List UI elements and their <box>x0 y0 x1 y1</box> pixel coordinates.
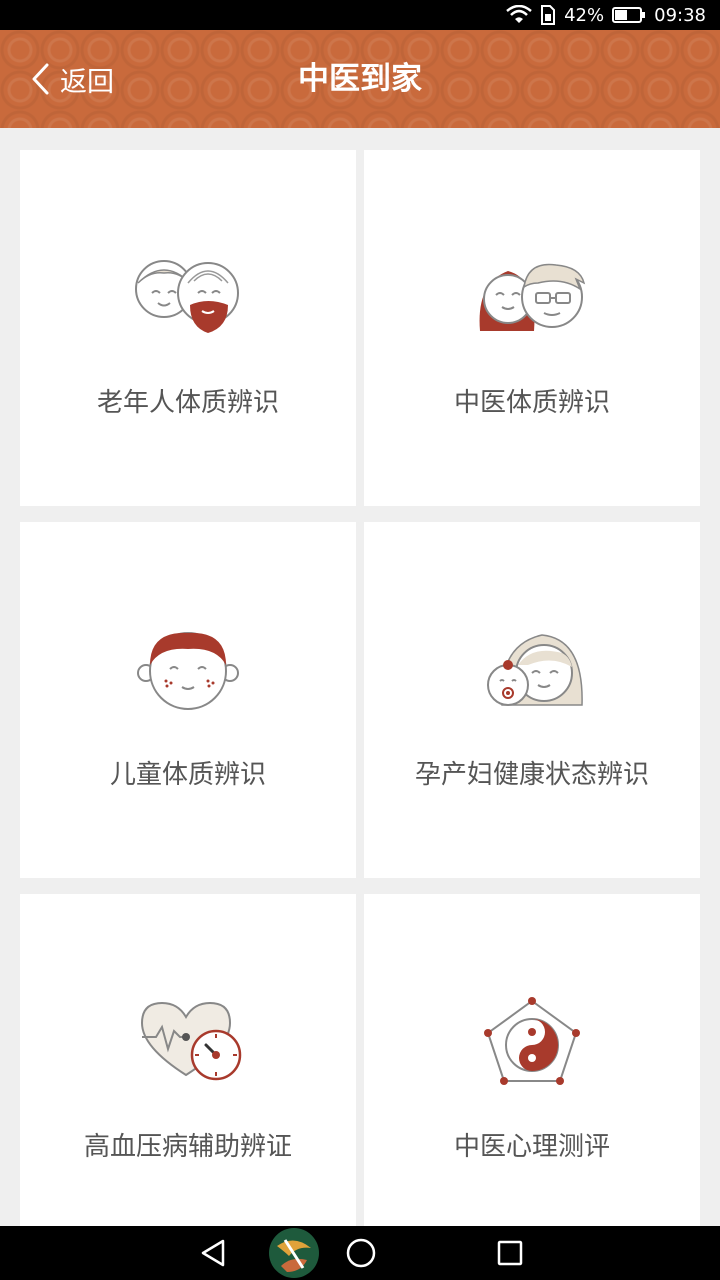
card-label: 老年人体质辨识 <box>96 388 279 418</box>
yin-yang-pentagon-icon <box>484 997 580 1085</box>
card-label: 孕产妇健康状态辨识 <box>414 760 649 790</box>
card-label: 中医体质辨识 <box>453 388 610 418</box>
battery-percent: 42% <box>564 4 605 26</box>
back-triangle-icon <box>201 1239 225 1267</box>
home-circle-icon <box>346 1238 376 1268</box>
nav-back-button[interactable] <box>196 1226 230 1280</box>
card-label: 中医心理测评 <box>453 1132 610 1162</box>
heart-gauge-icon <box>140 1001 242 1081</box>
feature-grid: 老年人体质辨识 中医体质辨识 儿童体质辨识 孕产妇健康状态辨识 高血压病辅助辨证… <box>20 150 700 1250</box>
card-maternal-health[interactable]: 孕产妇健康状态辨识 <box>364 522 700 878</box>
status-bar: 42% 09:38 <box>0 0 720 30</box>
card-child-constitution[interactable]: 儿童体质辨识 <box>20 522 356 878</box>
elderly-couple-icon <box>135 260 239 333</box>
app-logo-button[interactable] <box>266 1226 322 1280</box>
couple-faces-icon <box>479 263 586 331</box>
system-nav-bar <box>0 1226 720 1280</box>
mother-baby-icon <box>487 634 583 706</box>
app-header: 返回 中医到家 <box>0 30 720 128</box>
clock: 09:38 <box>654 4 706 26</box>
card-elderly-constitution[interactable]: 老年人体质辨识 <box>20 150 356 506</box>
child-face-icon <box>137 632 239 710</box>
card-label: 高血压病辅助辨证 <box>83 1132 292 1162</box>
nav-home-button[interactable] <box>344 1226 378 1280</box>
sim-icon <box>541 5 556 25</box>
back-button[interactable]: 返回 <box>30 30 114 128</box>
recents-square-icon <box>497 1240 523 1266</box>
back-label: 返回 <box>60 66 114 98</box>
card-tcm-constitution[interactable]: 中医体质辨识 <box>364 150 700 506</box>
nav-recents-button[interactable] <box>494 1226 526 1280</box>
chevron-left-icon <box>32 63 49 95</box>
wifi-icon <box>506 5 532 23</box>
card-hypertension[interactable]: 高血压病辅助辨证 <box>20 894 356 1250</box>
app-logo-icon <box>269 1228 319 1278</box>
battery-icon <box>612 7 646 23</box>
card-psych-assessment[interactable]: 中医心理测评 <box>364 894 700 1250</box>
card-label: 儿童体质辨识 <box>109 760 266 790</box>
